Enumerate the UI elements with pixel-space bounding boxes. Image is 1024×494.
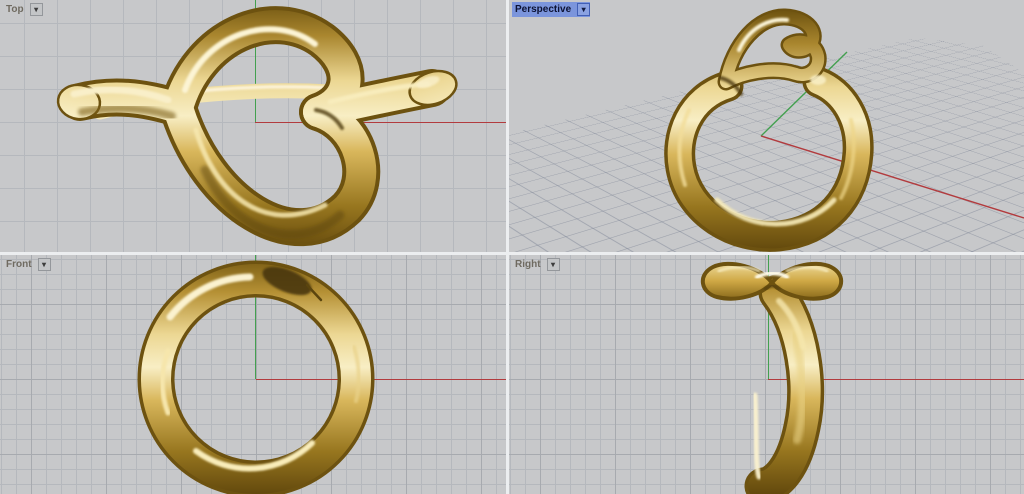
viewport-title-label[interactable]: Perspective bbox=[512, 2, 574, 17]
cad-viewport-grid: Top ▾ bbox=[0, 0, 1024, 494]
ring-render-right bbox=[703, 264, 841, 486]
viewport-menu-icon[interactable]: ▾ bbox=[547, 258, 560, 271]
viewport-right[interactable]: Right ▾ bbox=[509, 255, 1024, 494]
viewport-menu-icon[interactable]: ▾ bbox=[577, 3, 590, 16]
viewport-title-right[interactable]: Right ▾ bbox=[512, 257, 560, 272]
ring-model-perspective-view[interactable] bbox=[509, 0, 1024, 252]
ring-render-perspective bbox=[679, 17, 858, 236]
viewport-front[interactable]: Front ▾ bbox=[0, 255, 506, 494]
viewport-title-front[interactable]: Front ▾ bbox=[3, 257, 51, 272]
viewport-title-label[interactable]: Front bbox=[3, 257, 35, 272]
viewport-top[interactable]: Top ▾ bbox=[0, 0, 506, 252]
viewport-menu-icon[interactable]: ▾ bbox=[30, 3, 43, 16]
ring-model-right-view[interactable] bbox=[509, 255, 1024, 494]
viewport-menu-icon[interactable]: ▾ bbox=[38, 258, 51, 271]
ring-model-top-view[interactable] bbox=[0, 0, 506, 252]
viewport-perspective[interactable]: Perspective ▾ bbox=[509, 0, 1024, 252]
viewport-title-label[interactable]: Right bbox=[512, 257, 544, 272]
ring-render-top bbox=[56, 25, 461, 234]
viewport-title-top[interactable]: Top ▾ bbox=[3, 2, 43, 17]
ring-render-front bbox=[156, 261, 359, 479]
ring-model-front-view[interactable] bbox=[0, 255, 506, 494]
viewport-title-perspective[interactable]: Perspective ▾ bbox=[512, 2, 590, 17]
viewport-title-label[interactable]: Top bbox=[3, 2, 27, 17]
